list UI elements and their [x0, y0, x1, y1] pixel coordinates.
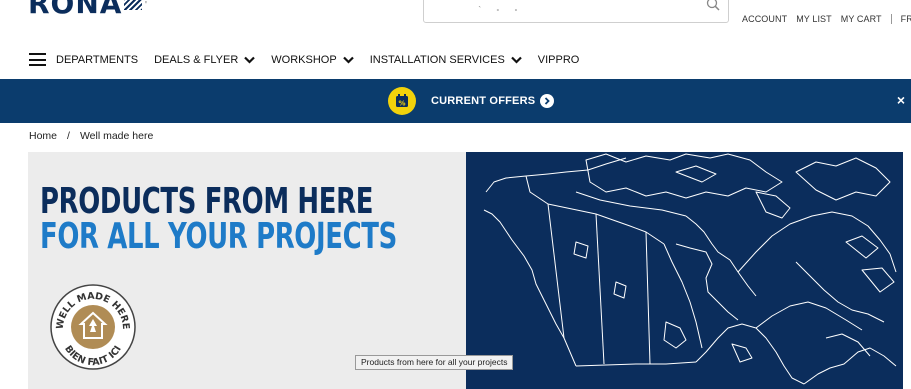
- arrow-right-icon: [540, 94, 555, 108]
- close-icon[interactable]: ×: [897, 92, 905, 108]
- divider: [890, 14, 892, 24]
- current-offers-banner: % CURRENT OFFERS ×: [0, 79, 911, 123]
- current-offers-link[interactable]: % CURRENT OFFERS: [388, 87, 555, 115]
- chevron-down-icon: [511, 56, 522, 64]
- breadcrumb-home[interactable]: Home: [29, 130, 57, 142]
- nav-label: WORKSHOP: [271, 53, 337, 66]
- rona-logo[interactable]: RONA: [28, 0, 168, 16]
- nav-label: DEALS & FLYER: [154, 53, 239, 66]
- chevron-down-icon: [342, 56, 354, 64]
- breadcrumb: Home / Well made here: [29, 130, 153, 142]
- language-toggle[interactable]: FR: [901, 14, 911, 24]
- nav-vippro[interactable]: VIPPRO: [538, 54, 580, 66]
- nav-label: VIPPRO: [537, 53, 580, 66]
- headline-line-1: PRODUCTS FROM HERE: [40, 181, 374, 222]
- headline-line-2: FOR ALL YOUR PROJECTS: [40, 216, 397, 257]
- canada-map-image: [466, 152, 903, 389]
- account-link[interactable]: ACCOUNT: [742, 14, 787, 24]
- offers-label: CURRENT OFFERS: [431, 95, 536, 107]
- nav-label: DEPARTMENTS: [56, 53, 139, 66]
- tooltip: Products from here for all your projects: [355, 355, 514, 370]
- nav-installation-services[interactable]: INSTALLATION SERVICES: [370, 54, 522, 66]
- chevron-down-icon: [244, 56, 256, 64]
- hero-banner[interactable]: PRODUCTS FROM HERE FOR ALL YOUR PROJECTS…: [28, 152, 466, 389]
- nav-deals-flyer[interactable]: DEALS & FLYER: [154, 53, 256, 66]
- logo-text: RONA: [28, 0, 122, 16]
- svg-text:%: %: [398, 100, 405, 108]
- menu-icon[interactable]: [29, 53, 46, 66]
- my-cart-link[interactable]: MY CART: [841, 14, 882, 24]
- logo-chevrons-icon: [124, 0, 143, 10]
- main-nav: DEPARTMENTS DEALS & FLYER WORKSHOP INSTA…: [0, 45, 911, 74]
- account-links: ACCOUNT MY LIST MY CART FR: [742, 14, 911, 24]
- my-list-link[interactable]: MY LIST: [796, 14, 832, 24]
- search-text-remnant: ˴ ˳ ˳: [478, 1, 524, 12]
- search-input[interactable]: ˴ ˳ ˳: [423, 0, 729, 23]
- search-icon[interactable]: [706, 0, 720, 11]
- nav-label: INSTALLATION SERVICES: [369, 53, 505, 66]
- hero-headline: PRODUCTS FROM HERE FOR ALL YOUR PROJECTS: [40, 181, 397, 257]
- well-made-here-seal: WELL MADE HERE BIEN FAIT ICI: [50, 284, 136, 370]
- canada-map-icon: [483, 153, 897, 385]
- breadcrumb-current: Well made here: [79, 130, 154, 142]
- offer-badge-icon: %: [388, 87, 416, 115]
- nav-departments[interactable]: DEPARTMENTS: [56, 54, 138, 66]
- breadcrumb-separator: /: [67, 130, 70, 142]
- top-header: RONA ' ˴ ˳ ˳ ACCOUNT MY LIST MY CART FR: [0, 0, 911, 36]
- logo-mark: ': [145, 0, 147, 11]
- nav-workshop[interactable]: WORKSHOP: [271, 53, 354, 66]
